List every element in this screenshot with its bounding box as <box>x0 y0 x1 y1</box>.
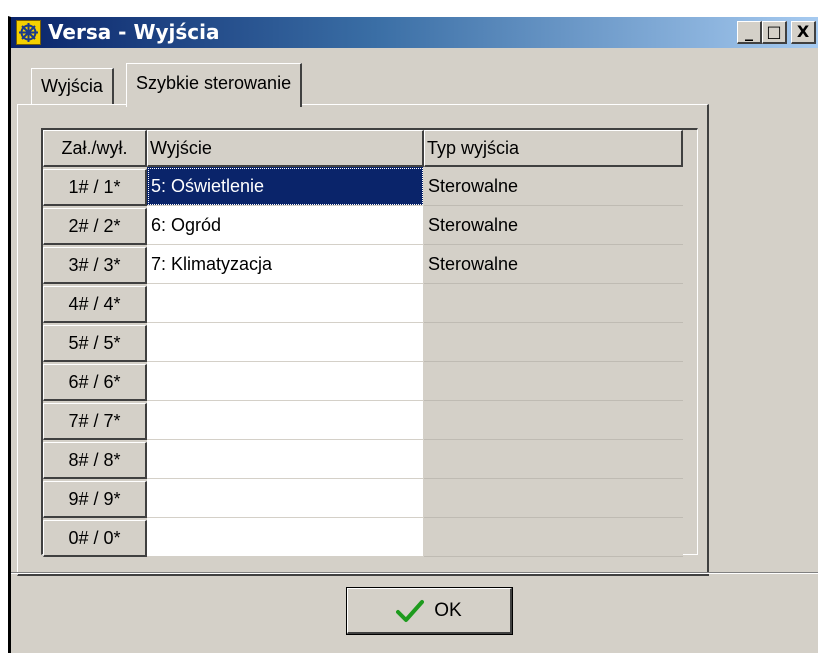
title-bar[interactable]: Versa - Wyjścia _ □ X <box>11 17 818 48</box>
table-cell-type <box>424 323 683 362</box>
row-key-button[interactable]: 8# / 8* <box>43 442 147 479</box>
tab-wyjscia[interactable]: Wyjścia <box>31 68 114 105</box>
window-title: Versa - Wyjścia <box>48 20 220 44</box>
row-key-button[interactable]: 2# / 2* <box>43 208 147 245</box>
row-key-button[interactable]: 3# / 3* <box>43 247 147 284</box>
window: Versa - Wyjścia _ □ X Wyjścia Szybkie st… <box>8 16 818 653</box>
minimize-icon: _ <box>745 22 753 41</box>
row-key-button[interactable]: 1# / 1* <box>43 169 147 206</box>
maximize-icon: □ <box>766 22 782 41</box>
table-cell-type <box>424 440 683 479</box>
maximize-button[interactable]: □ <box>762 21 787 44</box>
table-cell-output[interactable] <box>147 323 424 362</box>
ok-button[interactable]: OK <box>346 587 513 635</box>
tab-label: Wyjścia <box>41 76 103 96</box>
table-cell-output[interactable] <box>147 518 424 557</box>
table-cell-output[interactable] <box>147 401 424 440</box>
checkmark-icon <box>396 599 425 622</box>
outputs-grid: Zał./wył. Wyjście Typ wyjścia 1# / 1* 5:… <box>41 128 698 557</box>
table-cell-type <box>424 362 683 401</box>
table-cell-output[interactable]: 5: Oświetlenie <box>147 167 424 206</box>
row-key-button[interactable]: 6# / 6* <box>43 364 147 401</box>
table-cell-type <box>424 518 683 557</box>
close-button[interactable]: X <box>791 21 816 44</box>
app-icon <box>16 20 41 45</box>
table-cell-type: Sterowalne <box>424 245 683 284</box>
minimize-button[interactable]: _ <box>737 21 762 44</box>
table-cell-output[interactable] <box>147 362 424 401</box>
column-header-output[interactable]: Wyjście <box>147 130 424 167</box>
row-key-button[interactable]: 7# / 7* <box>43 403 147 440</box>
row-key-button[interactable]: 5# / 5* <box>43 325 147 362</box>
table-cell-output[interactable] <box>147 284 424 323</box>
row-key-button[interactable]: 4# / 4* <box>43 286 147 323</box>
tab-label: Szybkie sterowanie <box>136 73 292 93</box>
table-cell-output[interactable]: 7: Klimatyzacja <box>147 245 424 284</box>
tab-szybkie-sterowanie[interactable]: Szybkie sterowanie <box>126 63 303 107</box>
close-icon: X <box>796 22 810 41</box>
row-key-button[interactable]: 9# / 9* <box>43 481 147 518</box>
table-cell-type: Sterowalne <box>424 206 683 245</box>
table-cell-type <box>424 479 683 518</box>
table-cell-type <box>424 401 683 440</box>
row-key-button[interactable]: 0# / 0* <box>43 520 147 557</box>
table-cell-output[interactable] <box>147 479 424 518</box>
column-header-type[interactable]: Typ wyjścia <box>424 130 683 167</box>
ok-button-label: OK <box>434 599 462 621</box>
footer-divider <box>11 572 818 574</box>
tab-panel: Zał./wył. Wyjście Typ wyjścia 1# / 1* 5:… <box>17 104 709 576</box>
table-cell-output[interactable] <box>147 440 424 479</box>
table-cell-type <box>424 284 683 323</box>
table-cell-type: Sterowalne <box>424 167 683 206</box>
column-header-toggle[interactable]: Zał./wył. <box>43 130 147 167</box>
table-cell-output[interactable]: 6: Ogród <box>147 206 424 245</box>
